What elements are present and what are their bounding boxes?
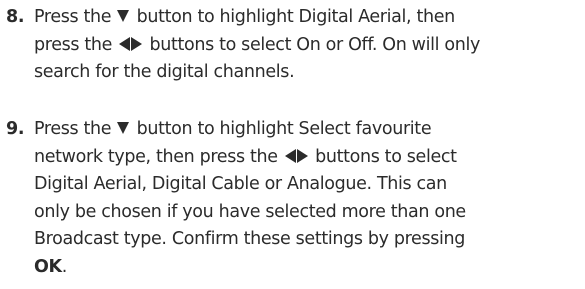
down-triangle-icon xyxy=(117,10,130,22)
step-number: 9. xyxy=(6,119,25,139)
ok-key-label: OK xyxy=(34,256,62,277)
step-text: Press the button to highlight Digital Ae… xyxy=(34,4,581,87)
right-triangle-icon xyxy=(131,36,143,51)
left-triangle-icon xyxy=(284,148,296,163)
left-triangle-icon xyxy=(119,36,131,51)
step-line: only be chosen if you have selected more… xyxy=(34,201,466,222)
text-fragment: network type, then press the xyxy=(34,146,278,167)
step-line: network type, then press the buttons to … xyxy=(34,144,581,172)
step-8: 8. Press the button to highlight Digital… xyxy=(6,4,581,87)
step-line: OK. xyxy=(34,254,581,282)
step-line: press the buttons to select On or Off. O… xyxy=(34,32,581,60)
text-fragment: button to highlight Select favourite xyxy=(136,119,432,139)
text-fragment: Press the xyxy=(34,119,112,139)
text-fragment: . xyxy=(61,256,68,277)
step-line: Broadcast type. Confirm these settings b… xyxy=(34,229,466,249)
text-fragment: Press the xyxy=(34,7,112,27)
step-line: Digital Aerial, Digital Cable or Analogu… xyxy=(34,174,447,194)
right-triangle-icon xyxy=(296,148,308,163)
step-line: Press the button to highlight Select fav… xyxy=(34,116,581,144)
text-fragment: buttons to select xyxy=(315,146,457,167)
text-fragment: press the xyxy=(34,34,113,55)
step-line: search for the digital channels. xyxy=(34,62,295,82)
step-text: Press the button to highlight Select fav… xyxy=(34,116,581,281)
step-line: Press the button to highlight Digital Ae… xyxy=(34,4,581,32)
down-triangle-icon xyxy=(117,122,130,134)
step-9: 9. Press the button to highlight Select … xyxy=(6,116,581,281)
step-number: 8. xyxy=(6,7,25,27)
text-fragment: button to highlight Digital Aerial, then xyxy=(136,7,456,27)
text-fragment: buttons to select On or Off. On will onl… xyxy=(149,34,481,55)
